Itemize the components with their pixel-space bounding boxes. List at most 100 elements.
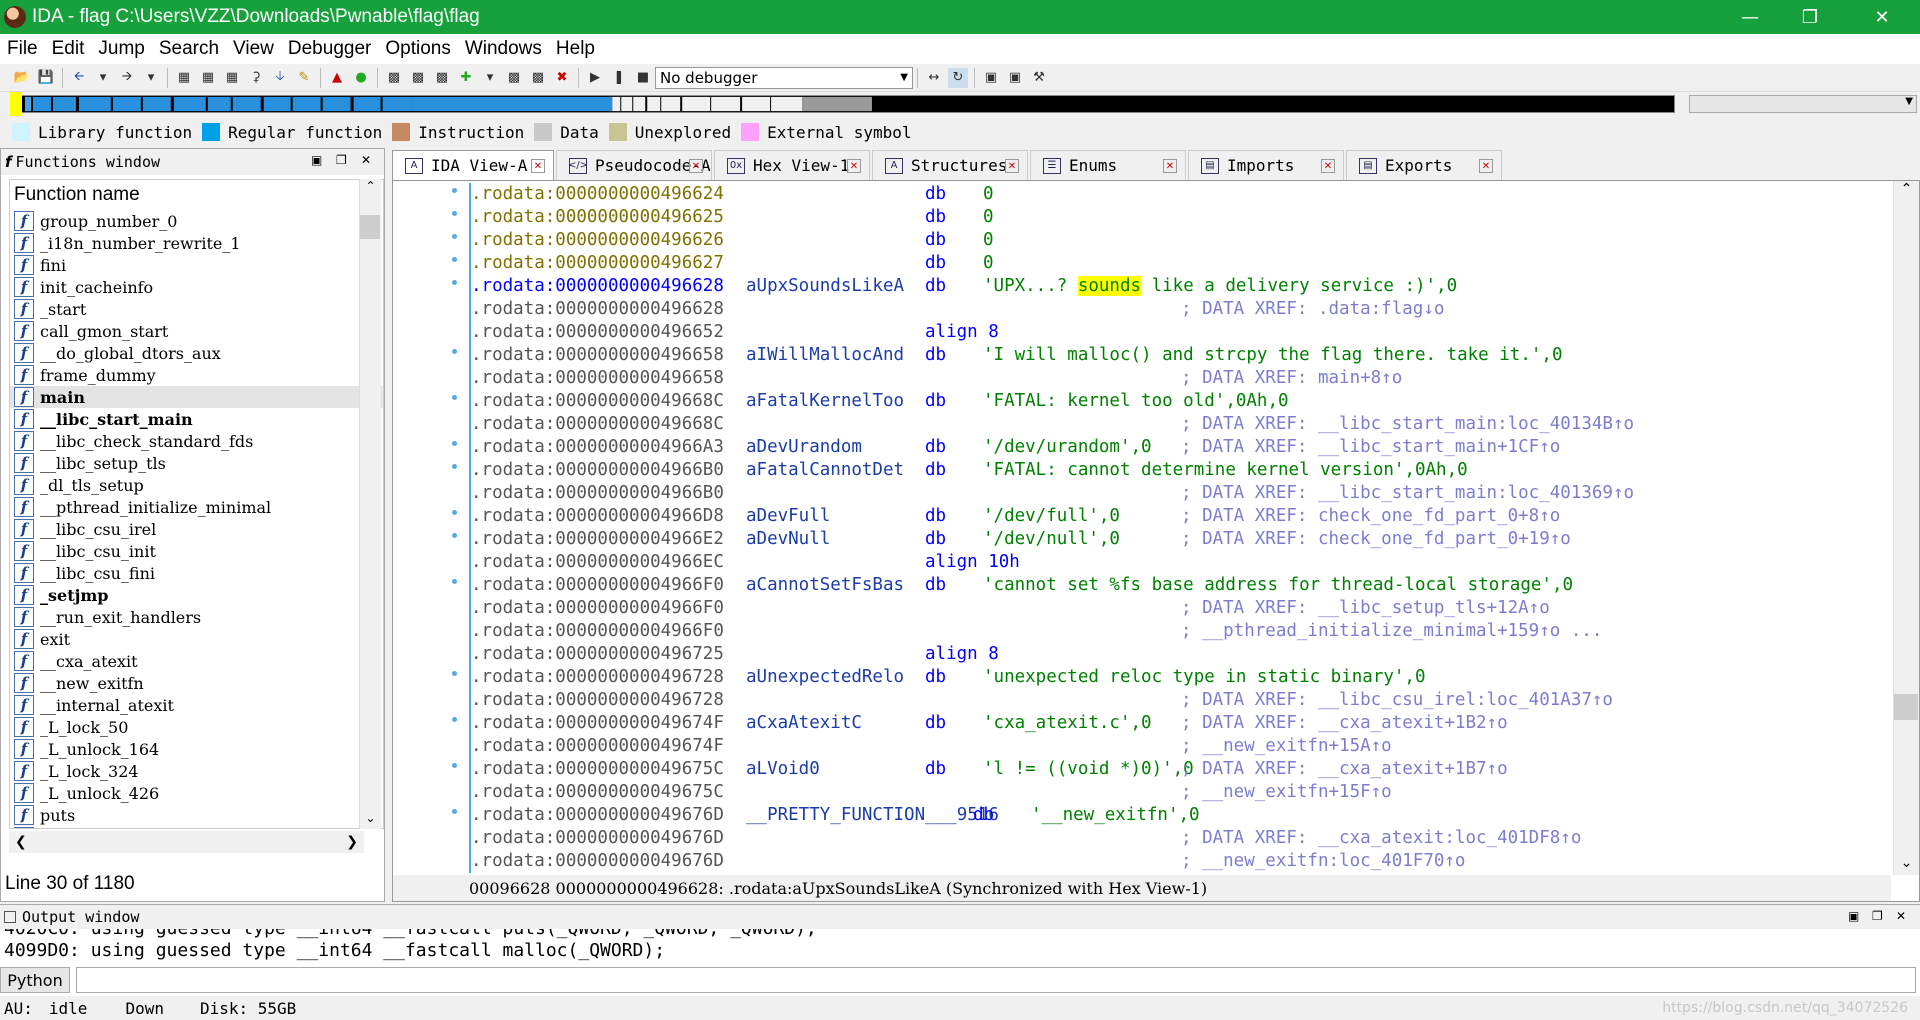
disasm-operand[interactable]: 0: [983, 206, 994, 229]
disasm-operand[interactable]: 0: [983, 252, 994, 275]
disasm-comment[interactable]: ; DATA XREF: __libc_setup_tls+12A↑o: [1181, 597, 1550, 620]
function-list-hscrollbar[interactable]: ❮ ❯: [9, 831, 364, 853]
scroll-down-icon[interactable]: ⌄: [360, 811, 381, 825]
python-command-input[interactable]: [76, 967, 1916, 993]
disasm-comment[interactable]: ; DATA XREF: __cxa_atexit+1B2↑o: [1181, 712, 1508, 735]
disassembly-scrollbar[interactable]: ⌃ ⌄: [1893, 181, 1919, 875]
binary-search-icon[interactable]: ▦: [174, 68, 194, 88]
back-arrow-icon[interactable]: 🡨: [69, 68, 89, 88]
disasm-line[interactable]: .rodata:000000000049668C ; DATA XREF: __l…: [471, 413, 1889, 436]
save-icon[interactable]: 💾: [36, 68, 56, 88]
disasm-label[interactable]: aUnexpectedRelo: [746, 666, 904, 689]
jump-down-icon[interactable]: 🡣: [270, 68, 290, 88]
debugger-select[interactable]: No debugger ▼: [655, 66, 913, 89]
disasm-line[interactable]: .rodata:0000000000496725 align 8: [471, 643, 1889, 666]
function-list-item[interactable]: f __internal_atexit: [10, 694, 383, 716]
function-list-item[interactable]: f group_number_0: [10, 210, 383, 232]
function-list-item[interactable]: f __libc_csu_fini: [10, 562, 383, 584]
green-dot-icon[interactable]: ●: [351, 68, 371, 88]
disasm-comment[interactable]: ; DATA XREF: __cxa_atexit:loc_401DF8↑o: [1181, 827, 1581, 850]
function-list-item[interactable]: f init_cacheinfo: [10, 276, 383, 298]
restore-icon[interactable]: ❐: [1872, 909, 1883, 923]
float-icon[interactable]: ▣: [311, 153, 322, 167]
disasm-operand[interactable]: 'cannot set %fs base address for thread-…: [983, 574, 1573, 597]
function-list-item[interactable]: f __libc_setup_tls: [10, 452, 383, 474]
function-list-item[interactable]: f __new_exitfn: [10, 672, 383, 694]
function-list-item[interactable]: f fini: [10, 254, 383, 276]
disasm-line[interactable]: .rodata:00000000004966F0 ; DATA XREF: __l…: [471, 597, 1889, 620]
disasm-line[interactable]: .rodata:00000000004966F0 aCannotSetFsBas d…: [471, 574, 1889, 597]
disasm-line[interactable]: .rodata:0000000000496624 db 0: [471, 183, 1889, 206]
mark-icon[interactable]: ✎: [294, 68, 314, 88]
tab-enums[interactable]: ☰ Enums ✕: [1030, 150, 1186, 180]
create-function-icon[interactable]: ▩: [384, 68, 404, 88]
function-list-item[interactable]: f _start: [10, 298, 383, 320]
disasm-label[interactable]: aDevFull: [746, 505, 830, 528]
scroll-down-icon[interactable]: ⌄: [1894, 855, 1919, 871]
function-list-item[interactable]: f _L_lock_324: [10, 760, 383, 782]
rename-icon[interactable]: ▩: [504, 68, 524, 88]
tab-close-icon[interactable]: ✕: [531, 159, 545, 173]
disasm-operand[interactable]: '/dev/full',0: [983, 505, 1120, 528]
menu-search[interactable]: Search: [152, 38, 226, 60]
disasm-label[interactable]: aDevNull: [746, 528, 830, 551]
function-list-item[interactable]: f _L_unlock_164: [10, 738, 383, 760]
function-list-scrollbar[interactable]: ⌃ ⌄: [359, 179, 381, 829]
delete-icon[interactable]: ✖: [552, 68, 572, 88]
scroll-up-icon[interactable]: ⌃: [360, 179, 381, 193]
disasm-line[interactable]: .rodata:000000000049676D ; __new_exitfn:l…: [471, 850, 1889, 873]
tab-close-icon[interactable]: ✕: [847, 159, 861, 173]
function-list-scroll-thumb[interactable]: [360, 215, 380, 239]
find-icon[interactable]: ⚳: [246, 68, 266, 88]
tab-close-icon[interactable]: ✕: [689, 159, 703, 173]
function-list-item[interactable]: f __do_global_dtors_aux: [10, 342, 383, 364]
disasm-line[interactable]: .rodata:000000000049676D ; DATA XREF: __c…: [471, 827, 1889, 850]
disasm-comment[interactable]: ; DATA XREF: check_one_fd_part_0+19↑o: [1181, 528, 1571, 551]
tab-hex-view-1[interactable]: 0x Hex View-1 ✕: [714, 150, 870, 180]
disasm-label[interactable]: __PRETTY_FUNCTION___9516: [746, 804, 999, 827]
pause-debug-icon[interactable]: ❚: [609, 68, 629, 88]
function-list-item[interactable]: f main: [10, 386, 383, 408]
disasm-operand[interactable]: '/dev/urandom',0: [983, 436, 1152, 459]
close-icon[interactable]: ✕: [361, 153, 371, 167]
python-language-button[interactable]: Python: [0, 967, 70, 993]
tool-icon[interactable]: ⚒: [1029, 68, 1049, 88]
navigation-band-strip[interactable]: [20, 95, 1675, 113]
disasm-comment[interactable]: ; DATA XREF: __libc_csu_irel:loc_401A37↑…: [1181, 689, 1613, 712]
disasm-line[interactable]: .rodata:00000000004966D8 aDevFull db '/dev/…: [471, 505, 1889, 528]
disasm-line[interactable]: .rodata:000000000049674F aCxaAtexitC db 'cx…: [471, 712, 1889, 735]
disasm-operand[interactable]: '__new_exitfn',0: [1031, 804, 1200, 827]
disasm-line[interactable]: .rodata:000000000049674F ; __new_exitfn+1…: [471, 735, 1889, 758]
scroll-up-icon[interactable]: ⌃: [1894, 181, 1919, 197]
restore-icon[interactable]: ❐: [336, 153, 347, 167]
function-name-column-header[interactable]: Function name: [10, 180, 383, 210]
disasm-label[interactable]: aFatalCannotDet: [746, 459, 904, 482]
menu-view[interactable]: View: [226, 38, 281, 60]
tab-close-icon[interactable]: ✕: [1479, 159, 1493, 173]
disasm-line[interactable]: .rodata:000000000049676D __PRETTY_FUNCTIO…: [471, 804, 1889, 827]
menu-file[interactable]: File: [0, 38, 45, 60]
disasm-line[interactable]: .rodata:000000000049668C aFatalKernelToo d…: [471, 390, 1889, 413]
disasm-operand[interactable]: 0: [983, 183, 994, 206]
ida-view-a[interactable]: .rodata:0000000000496624 db 0 .rodata:00000…: [392, 180, 1920, 902]
disasm-line[interactable]: .rodata:00000000004966B0 ; DATA XREF: __l…: [471, 482, 1889, 505]
disasm-label[interactable]: aLVoid0: [746, 758, 820, 781]
tab-close-icon[interactable]: ✕: [1321, 159, 1335, 173]
disasm-line[interactable]: .rodata:0000000000496658 aIWillMallocAnd d…: [471, 344, 1889, 367]
function-list-item[interactable]: f __run_exit_handlers: [10, 606, 383, 628]
disasm-comment[interactable]: ; DATA XREF: __libc_start_main:loc_40136…: [1181, 482, 1634, 505]
disasm-comment[interactable]: ; DATA XREF: .data:flag↓o: [1181, 298, 1444, 321]
start-debug-icon[interactable]: ▶: [585, 68, 605, 88]
disasm-line[interactable]: .rodata:0000000000496628 aUpxSoundsLikeA d…: [471, 275, 1889, 298]
disasm-label[interactable]: aCxaAtexitC: [746, 712, 862, 735]
disasm-comment[interactable]: ; DATA XREF: main+8↑o: [1181, 367, 1402, 390]
function-list-item[interactable]: f __libc_start_main: [10, 408, 383, 430]
disasm-label[interactable]: aFatalKernelToo: [746, 390, 904, 413]
disasm-operand[interactable]: 0: [983, 229, 994, 252]
navigation-dropdown[interactable]: ▼: [1689, 95, 1917, 113]
menu-windows[interactable]: Windows: [458, 38, 549, 60]
edit-function-icon[interactable]: ▩: [408, 68, 428, 88]
disasm-comment[interactable]: ; __pthread_initialize_minimal+159↑o ...: [1181, 620, 1602, 643]
disasm-line[interactable]: .rodata:0000000000496652 align 8: [471, 321, 1889, 344]
menu-jump[interactable]: Jump: [91, 38, 151, 60]
